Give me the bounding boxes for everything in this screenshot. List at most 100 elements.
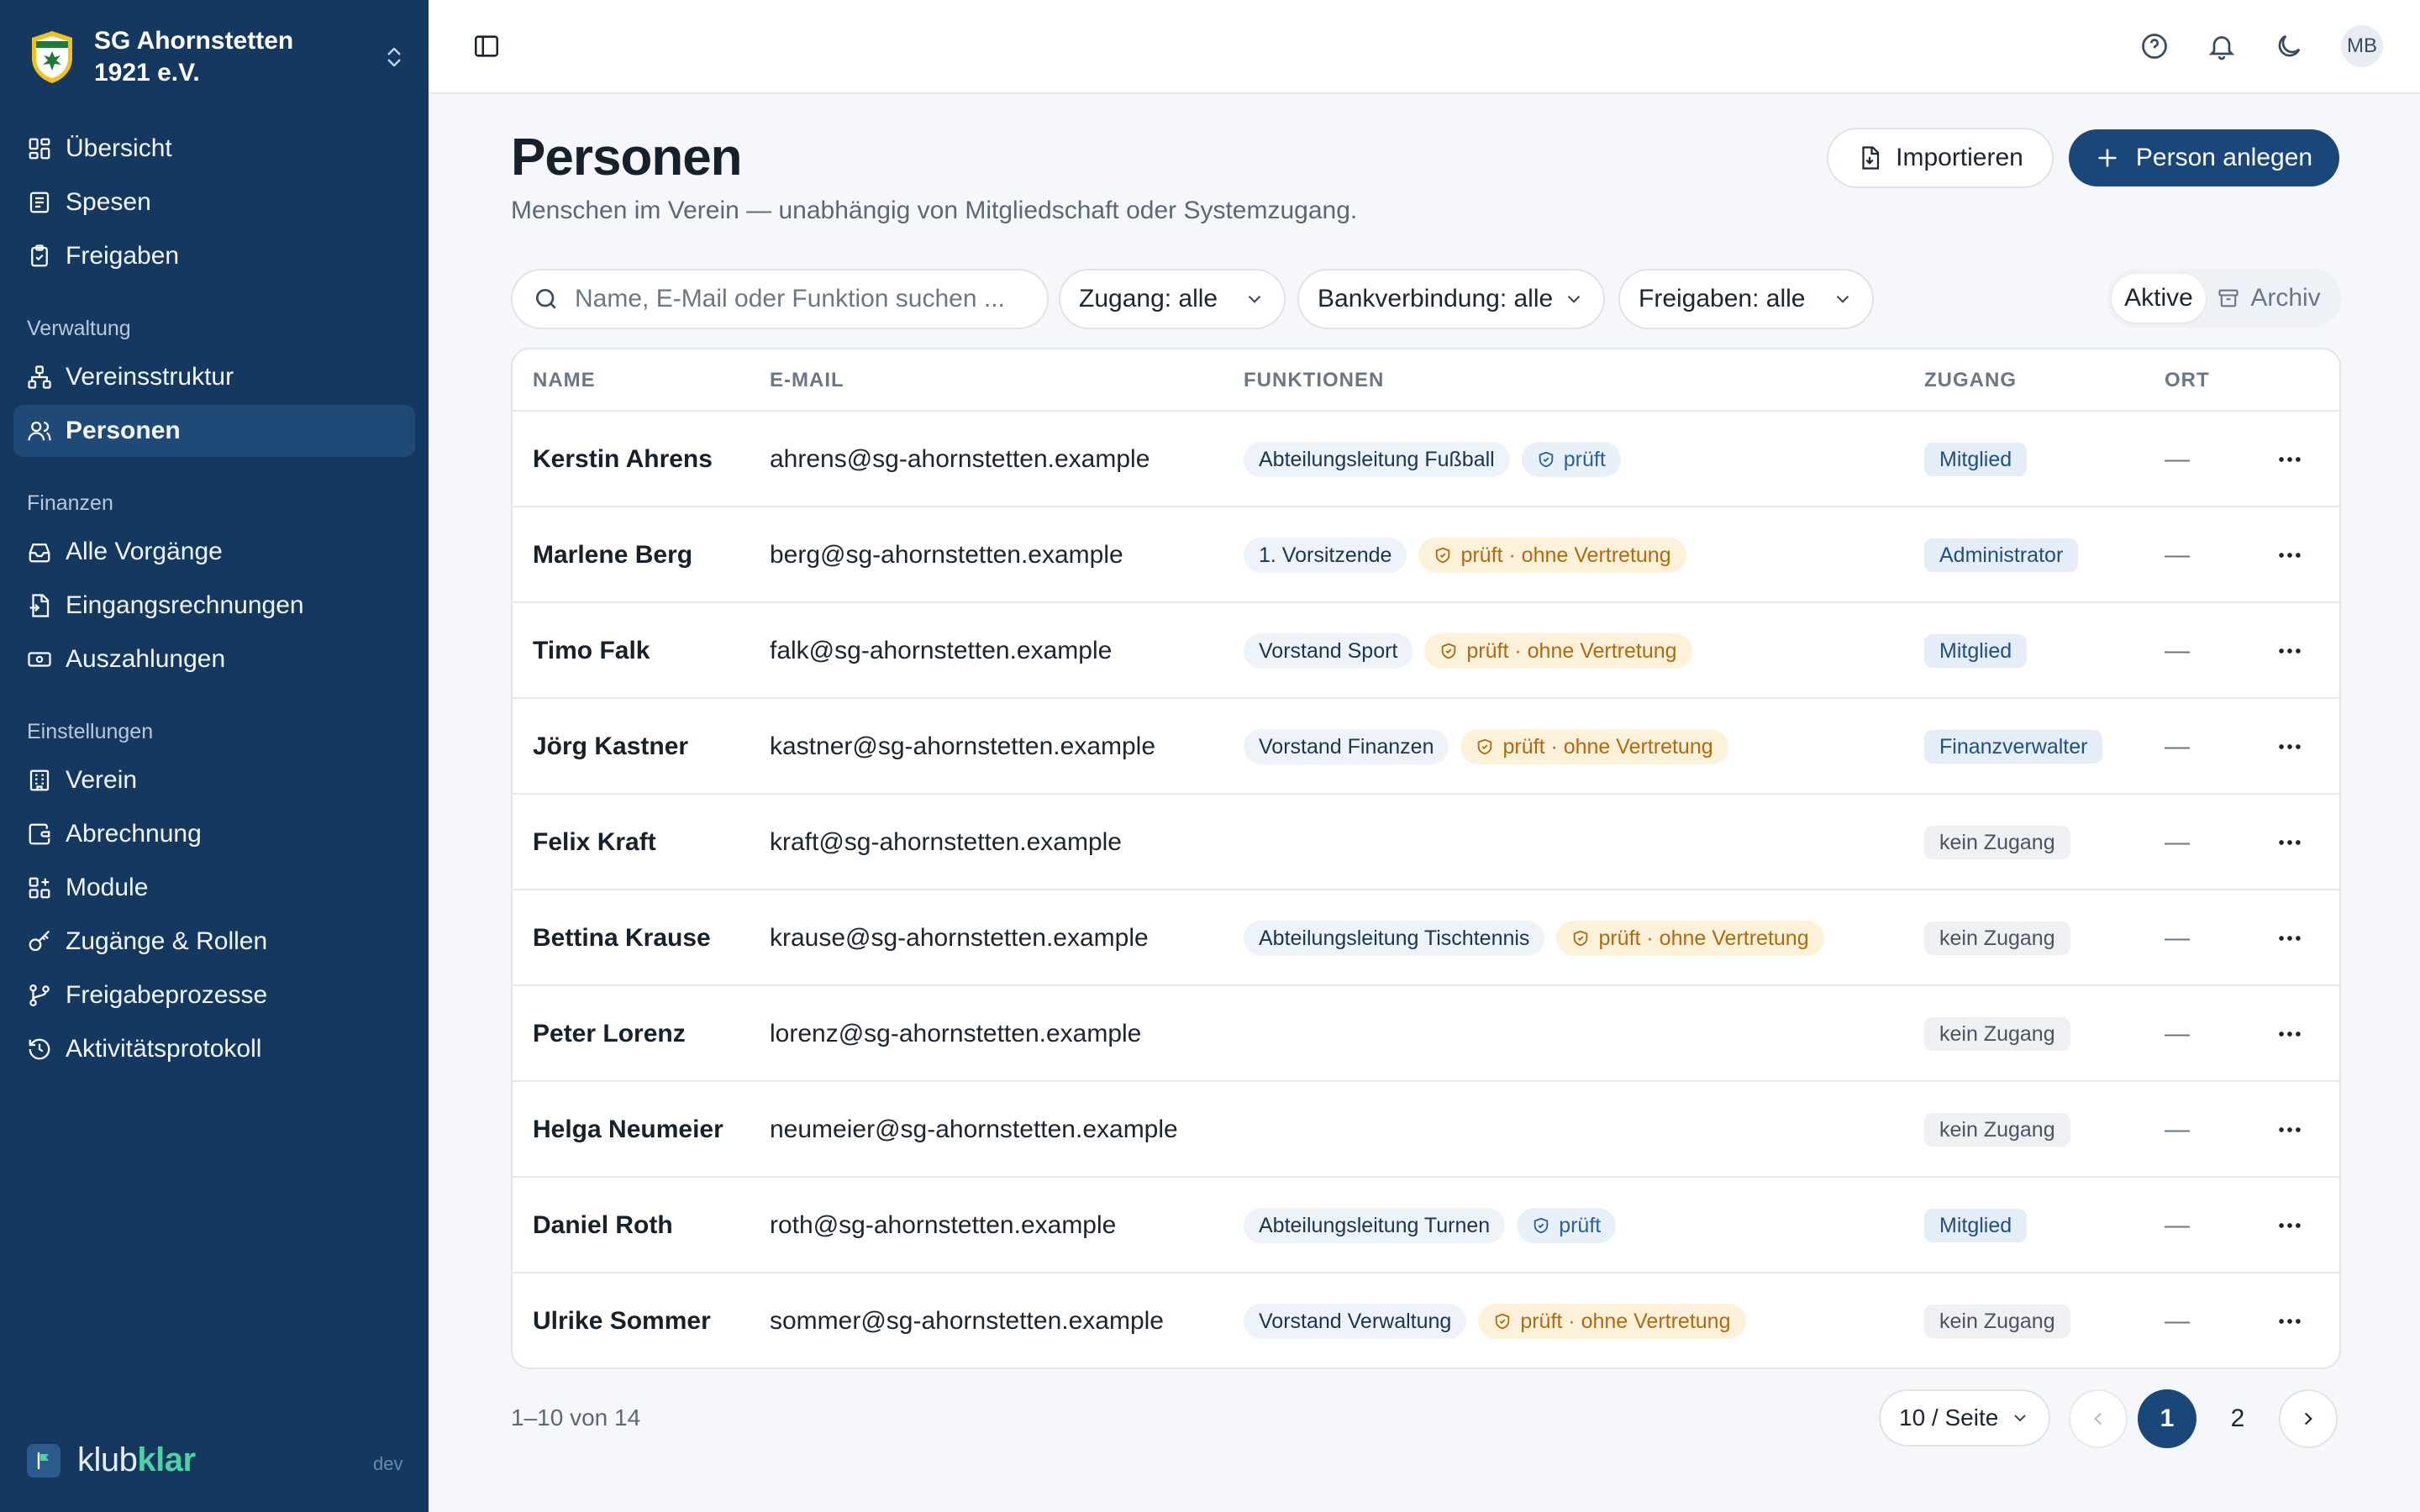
create-person-button[interactable]: Person anlegen [2069, 129, 2339, 186]
nav-item-freigaben[interactable]: Freigaben [13, 230, 415, 282]
more-horizontal-icon [2279, 553, 2301, 558]
table-row[interactable]: Helga Neumeier neumeier@sg-ahornstetten.e… [513, 1082, 2339, 1178]
nav-item-verein[interactable]: Verein [13, 754, 415, 806]
dashboard-icon [29, 138, 50, 160]
row-menu-button[interactable] [2275, 1273, 2304, 1368]
table-row[interactable]: Ulrike Sommer sommer@sg-ahornstetten.exam… [513, 1273, 2339, 1368]
function-chips: 1. Vorsitzende prüft · ohne Vertretung [1244, 507, 1698, 603]
place-value: — [2165, 1307, 2190, 1335]
per-page-select[interactable]: 10 / Seite [1879, 1389, 2050, 1446]
chevron-down-icon [1836, 295, 1849, 303]
nav-item-auszahlungen[interactable]: Auszahlungen [13, 633, 415, 685]
nav-item-module[interactable]: Module [13, 862, 415, 914]
person-name[interactable]: Felix Kraft [533, 795, 656, 890]
prev-page-button[interactable] [2069, 1389, 2128, 1448]
header-place[interactable]: ORT [2165, 349, 2210, 412]
table-row[interactable]: Bettina Krause krause@sg-ahornstetten.exa… [513, 890, 2339, 986]
nav-item-spesen[interactable]: Spesen [13, 176, 415, 228]
segment-archive-label: Archiv [2250, 284, 2321, 312]
next-page-button[interactable] [2279, 1389, 2338, 1448]
banknote-icon [28, 652, 51, 667]
help-icon[interactable] [2139, 31, 2170, 61]
segment-active[interactable]: Aktive [2112, 274, 2206, 323]
person-name[interactable]: Peter Lorenz [533, 986, 686, 1082]
org-switcher[interactable]: SG Ahornstetten 1921 e.V. [29, 25, 407, 89]
row-menu-button[interactable] [2275, 699, 2304, 795]
function-chip: Vorstand Verwaltung [1244, 1304, 1467, 1339]
row-menu-button[interactable] [2275, 795, 2304, 890]
table-row[interactable]: Jörg Kastner kastner@sg-ahornstetten.exam… [513, 699, 2339, 795]
nav-item-freigabeprozesse[interactable]: Freigabeprozesse [13, 969, 415, 1021]
access-badge: Finanzverwalter [1924, 730, 2103, 764]
nav-item-personen[interactable]: Personen [13, 405, 415, 457]
nav-item-label: Alle Vorgänge [66, 538, 223, 565]
header-email[interactable]: E-MAIL [770, 349, 844, 412]
table-header: NAME E-MAIL FUNKTIONEN ZUGANG ORT [513, 349, 2339, 412]
header-access[interactable]: ZUGANG [1924, 349, 2017, 412]
sidebar-toggle-icon[interactable] [472, 32, 501, 60]
bell-icon[interactable] [2207, 31, 2237, 61]
table-row[interactable]: Felix Kraft kraft@sg-ahornstetten.example… [513, 795, 2339, 890]
access-badge: Mitglied [1924, 634, 2028, 668]
table-row[interactable]: Kerstin Ahrens ahrens@sg-ahornstetten.exa… [513, 412, 2339, 507]
table-row[interactable]: Peter Lorenz lorenz@sg-ahornstetten.examp… [513, 986, 2339, 1082]
person-name[interactable]: Daniel Roth [533, 1178, 673, 1273]
person-email: berg@sg-ahornstetten.example [770, 541, 1123, 569]
header-name[interactable]: NAME [533, 349, 596, 412]
table-row[interactable]: Timo Falk falk@sg-ahornstetten.example Vor… [513, 603, 2339, 699]
person-name[interactable]: Helga Neumeier [533, 1082, 723, 1178]
approval-status-label: prüft · ohne Vertretung [1466, 638, 1677, 663]
nav-item-zugaenge-rollen[interactable]: Zugänge & Rollen [13, 916, 415, 968]
nav-item-vereinsstruktur[interactable]: Vereinsstruktur [13, 351, 415, 403]
nav-item-aktivitaetsprotokoll[interactable]: Aktivitätsprotokoll [13, 1023, 415, 1075]
row-menu-button[interactable] [2275, 1178, 2304, 1273]
segment-archive[interactable]: Archiv [2206, 274, 2332, 323]
row-menu-button[interactable] [2275, 1082, 2304, 1178]
avatar[interactable]: MB [2341, 25, 2383, 67]
chevron-down-icon [1248, 295, 1261, 303]
page-button-1[interactable]: 1 [2138, 1389, 2196, 1448]
nav-item-uebersicht[interactable]: Übersicht [13, 123, 415, 175]
bank-filter[interactable]: Bankverbindung: alle [1297, 269, 1605, 329]
import-button[interactable]: Importieren [1827, 128, 2054, 188]
row-menu-button[interactable] [2275, 603, 2304, 699]
nav-item-alle-vorgaenge[interactable]: Alle Vorgänge [13, 526, 415, 578]
wallet-icon [29, 823, 50, 845]
nav-item-label: Eingangsrechnungen [66, 591, 304, 619]
status-segmented-control: Aktive Archiv [2107, 269, 2341, 328]
access-badge: kein Zugang [1924, 826, 2070, 859]
flag-icon [27, 1443, 60, 1478]
place-value: — [2165, 1211, 2190, 1239]
row-menu-button[interactable] [2275, 412, 2304, 507]
function-chips: Abteilungsleitung Tischtennis prüft · ohn… [1244, 890, 1836, 986]
person-email: sommer@sg-ahornstetten.example [770, 1307, 1164, 1335]
approvals-filter[interactable]: Freigaben: alle [1618, 269, 1874, 329]
nav-item-eingangsrechnungen[interactable]: Eingangsrechnungen [13, 580, 415, 632]
person-name[interactable]: Kerstin Ahrens [533, 412, 713, 507]
table-row[interactable]: Marlene Berg berg@sg-ahornstetten.example… [513, 507, 2339, 603]
page-button-2[interactable]: 2 [2208, 1389, 2267, 1448]
access-badge: Administrator [1924, 538, 2079, 572]
person-name[interactable]: Jörg Kastner [533, 699, 688, 795]
person-name[interactable]: Timo Falk [533, 603, 650, 699]
search-field[interactable] [511, 269, 1049, 329]
row-menu-button[interactable] [2275, 986, 2304, 1082]
person-email: falk@sg-ahornstetten.example [770, 637, 1113, 664]
nav-item-abrechnung[interactable]: Abrechnung [13, 808, 415, 860]
key-icon [29, 930, 50, 952]
nav-item-label: Auszahlungen [66, 645, 226, 673]
access-filter[interactable]: Zugang: alle [1059, 269, 1286, 329]
person-name[interactable]: Ulrike Sommer [533, 1273, 711, 1368]
person-name[interactable]: Bettina Krause [533, 890, 711, 986]
table-row[interactable]: Daniel Roth roth@sg-ahornstetten.example A… [513, 1178, 2339, 1273]
shield-check-icon [1436, 547, 1450, 564]
search-input[interactable] [575, 285, 1028, 313]
moon-icon[interactable] [2274, 31, 2304, 61]
access-cell: kein Zugang [1924, 890, 2070, 986]
approval-status-label: prüft · ohne Vertretung [1460, 543, 1671, 567]
nav-section-verwaltung: Verwaltung [27, 317, 131, 340]
row-menu-button[interactable] [2275, 507, 2304, 603]
sidebar: SG Ahornstetten 1921 e.V. Übersicht Spes… [0, 0, 429, 1512]
person-name[interactable]: Marlene Berg [533, 507, 692, 603]
row-menu-button[interactable] [2275, 890, 2304, 986]
